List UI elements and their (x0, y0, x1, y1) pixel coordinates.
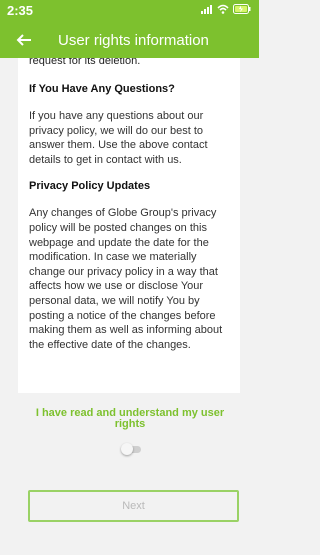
section-heading-questions: If You Have Any Questions? (29, 83, 175, 95)
toggle-knob (121, 443, 133, 455)
section-body-updates: Any changes of Globe Group's privacy pol… (29, 207, 223, 351)
battery-icon (233, 1, 251, 19)
section-heading-updates: Privacy Policy Updates (29, 180, 151, 193)
status-icons (201, 4, 251, 15)
agreement-toggle[interactable] (121, 443, 141, 455)
privacy-content-card[interactable]: request for its deletion. If You Have An… (18, 58, 240, 393)
cut-off-text: request for its deletion. (29, 58, 141, 66)
page-title: User rights information (58, 32, 209, 49)
agreement-label: I have read and understand my user right… (35, 407, 225, 430)
next-button[interactable]: Next (28, 490, 239, 522)
wifi-icon (217, 1, 229, 19)
app-bar: User rights information (0, 22, 259, 58)
header: 2:35 User rights information (0, 0, 259, 58)
signal-icon (201, 1, 213, 19)
back-arrow-icon[interactable] (12, 28, 36, 52)
status-bar: 2:35 (0, 0, 259, 20)
section-body-questions: If you have any questions about our priv… (29, 110, 208, 166)
status-time: 2:35 (7, 3, 34, 18)
